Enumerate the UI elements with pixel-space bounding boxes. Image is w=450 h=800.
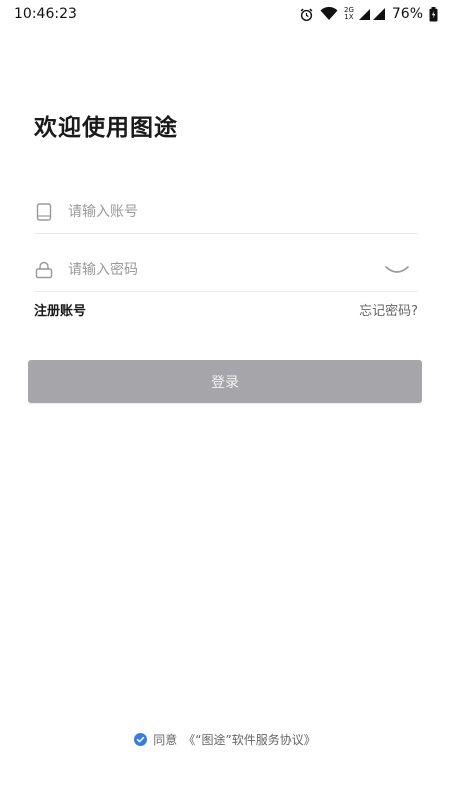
page-title: 欢迎使用图途 xyxy=(34,115,178,141)
service-agreement-link[interactable]: 《“图途”软件服务协议》 xyxy=(183,731,315,748)
agreement-prefix: 同意 xyxy=(153,733,178,747)
wifi-icon xyxy=(320,7,338,21)
battery-percent: 76% xyxy=(391,6,423,22)
forgot-password-link[interactable]: 忘记密码? xyxy=(359,300,418,319)
account-input[interactable] xyxy=(68,196,418,227)
status-time: 10:46:23 xyxy=(14,6,77,22)
lock-icon xyxy=(34,260,54,280)
eye-closed-icon[interactable] xyxy=(382,260,412,280)
check-circle-icon[interactable] xyxy=(134,733,148,746)
alarm-icon xyxy=(299,7,314,22)
agreement-row: 同意 《“图途”软件服务协议》 xyxy=(0,731,450,748)
password-input[interactable] xyxy=(68,254,382,285)
login-screen: 10:46:23 2G 1X 76% 欢迎使用图途 请输入账号 注册账号 忘记密… xyxy=(0,0,450,800)
network-type: 2G 1X xyxy=(343,6,354,21)
phone-icon xyxy=(34,202,54,222)
status-icons: 2G 1X 76% xyxy=(299,6,438,22)
account-field-row xyxy=(34,190,418,234)
signal-icon xyxy=(358,7,386,21)
login-button[interactable]: 登录 xyxy=(28,360,422,403)
battery-icon xyxy=(429,6,438,22)
password-field-row xyxy=(34,248,418,292)
status-bar: 10:46:23 2G 1X 76% xyxy=(0,0,450,28)
auth-links: 注册账号 忘记密码? xyxy=(34,300,418,319)
register-link[interactable]: 注册账号 xyxy=(34,300,86,319)
